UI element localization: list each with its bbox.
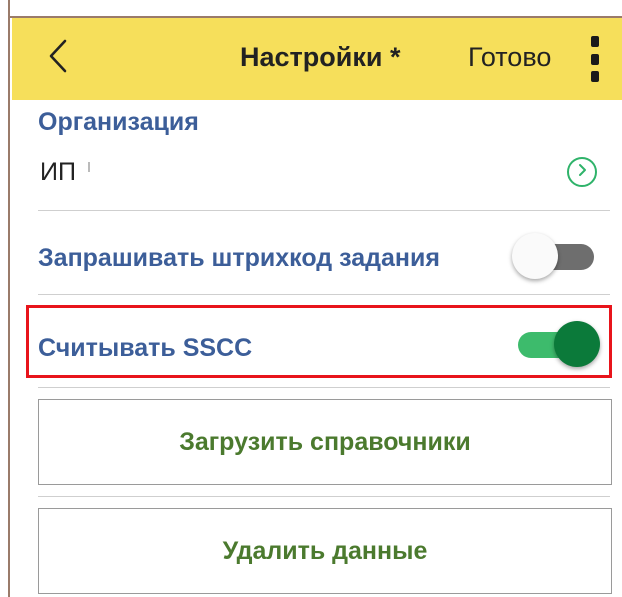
- toggle-knob: [554, 321, 600, 367]
- chevron-right-circle-icon: [575, 163, 589, 182]
- load-directories-button[interactable]: Загрузить справочники: [38, 399, 612, 485]
- divider: [38, 210, 610, 211]
- more-menu-button[interactable]: [585, 36, 605, 82]
- request-task-barcode-toggle[interactable]: [512, 232, 596, 282]
- more-vertical-icon-dot-2: [591, 53, 599, 65]
- done-button[interactable]: Готово: [468, 42, 551, 73]
- divider: [38, 496, 610, 497]
- toggle-knob: [512, 233, 558, 279]
- app-bar: Настройки * Готово: [12, 18, 622, 100]
- back-button[interactable]: [38, 38, 78, 78]
- more-vertical-icon: [591, 36, 599, 47]
- settings-screen: Настройки * Готово Организация ИП Запраш…: [0, 0, 622, 597]
- delete-data-button[interactable]: Удалить данные: [38, 508, 612, 594]
- divider: [38, 387, 610, 388]
- divider: [38, 294, 610, 295]
- window-frame-left: [0, 0, 10, 597]
- organization-value[interactable]: ИП: [40, 158, 76, 187]
- window-frame-top: [0, 0, 622, 18]
- read-sscc-label: Считывать SSCC: [38, 334, 253, 362]
- chevron-left-icon: [48, 39, 68, 78]
- organization-open-button[interactable]: [567, 157, 597, 187]
- more-vertical-icon-dot-3: [591, 71, 599, 82]
- text-cursor-mark: [88, 162, 90, 172]
- organization-label: Организация: [38, 108, 199, 136]
- page-title: Настройки *: [240, 42, 401, 72]
- request-task-barcode-label: Запрашивать штрихкод задания: [38, 244, 440, 272]
- read-sscc-toggle[interactable]: [516, 320, 600, 370]
